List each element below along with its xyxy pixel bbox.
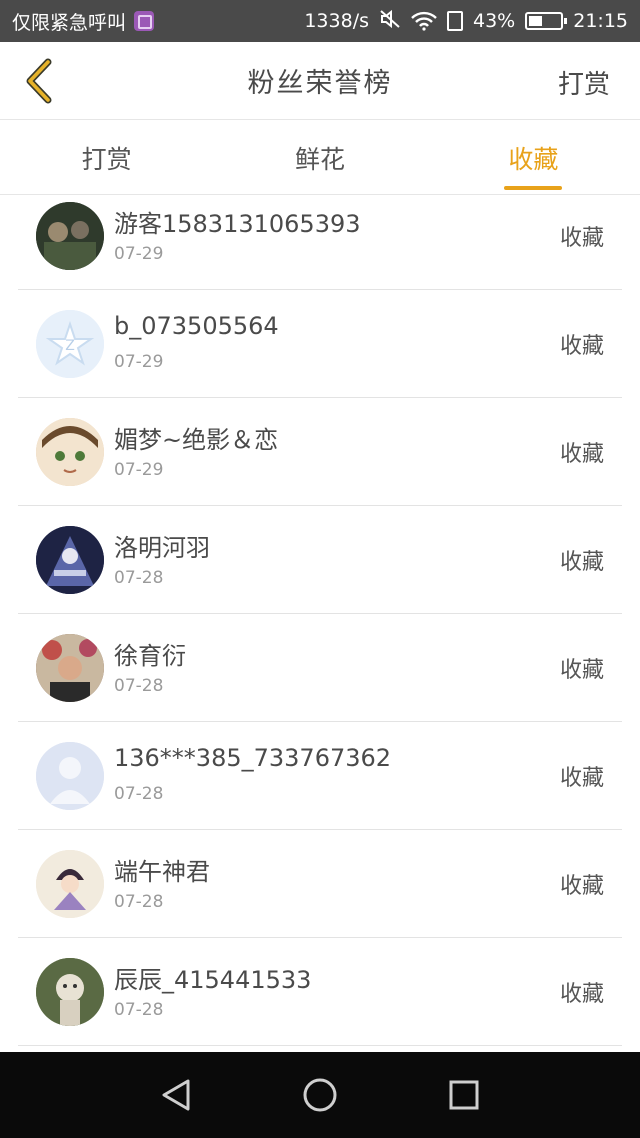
user-name: 洛明河羽 — [114, 534, 210, 562]
list-item[interactable]: 游客1583131065393 07-29 收藏 — [18, 196, 622, 290]
row-action-label: 收藏 — [559, 442, 604, 467]
user-date: 07-29 — [114, 244, 164, 264]
chevron-left-icon — [26, 58, 52, 104]
row-action-label: 收藏 — [559, 658, 604, 683]
user-name: b_073505564 — [114, 312, 279, 340]
battery-percent: 43% — [473, 10, 516, 32]
tab-bar: 打赏 鲜花 收藏 — [0, 121, 640, 195]
row-action-label: 收藏 — [559, 550, 604, 575]
user-date: 07-28 — [114, 1000, 164, 1020]
fan-list[interactable]: 游客1583131065393 07-29 收藏 Z b_073505564 0… — [0, 196, 640, 1052]
list-item[interactable]: Z b_073505564 07-29 收藏 — [18, 290, 622, 398]
user-date: 07-28 — [114, 892, 164, 912]
system-back-button[interactable] — [156, 1075, 196, 1115]
reward-button[interactable]: 打赏 — [558, 64, 610, 101]
user-date: 07-28 — [114, 784, 164, 804]
circle-home-icon — [303, 1078, 337, 1112]
user-date: 07-29 — [114, 352, 164, 372]
avatar[interactable]: Z — [36, 310, 104, 378]
user-date: 07-29 — [114, 460, 164, 480]
row-action-label: 收藏 — [559, 982, 604, 1007]
list-item[interactable]: 洛明河羽 07-28 收藏 — [18, 506, 622, 614]
list-item[interactable]: 136***385_733767362 07-28 收藏 — [18, 722, 622, 830]
user-date: 07-28 — [114, 676, 164, 696]
user-name: 端午神君 — [114, 858, 210, 886]
tab-favorites[interactable]: 收藏 — [427, 121, 640, 194]
avatar[interactable] — [36, 634, 104, 702]
svg-text:Z: Z — [65, 338, 75, 354]
avatar[interactable] — [36, 850, 104, 918]
status-bar: 仅限紧急呼叫 1338/s 43% 21:15 — [0, 0, 640, 42]
row-action-label: 收藏 — [559, 226, 604, 251]
status-carrier-text: 仅限紧急呼叫 — [12, 11, 127, 34]
mute-icon — [379, 9, 401, 34]
triangle-back-icon — [162, 1079, 190, 1111]
user-date: 07-28 — [114, 568, 164, 588]
user-name: 媚梦~绝影＆恋 — [114, 426, 279, 454]
system-home-button[interactable] — [300, 1075, 340, 1115]
back-button[interactable] — [14, 56, 64, 106]
nav-bar: 粉丝荣誉榜 打赏 — [0, 42, 640, 120]
avatar[interactable] — [36, 958, 104, 1026]
page-title: 粉丝荣誉榜 — [247, 68, 393, 99]
status-time: 21:15 — [573, 10, 628, 32]
user-name: 辰辰_415441533 — [114, 966, 312, 994]
square-recents-icon — [449, 1080, 479, 1110]
tab-reward[interactable]: 打赏 — [0, 121, 213, 194]
user-name: 游客1583131065393 — [114, 210, 361, 238]
wifi-icon — [411, 11, 437, 31]
avatar[interactable] — [36, 202, 104, 270]
system-recents-button[interactable] — [444, 1075, 484, 1115]
row-action-label: 收藏 — [559, 874, 604, 899]
list-item[interactable]: 徐育衍 07-28 收藏 — [18, 614, 622, 722]
avatar[interactable] — [36, 526, 104, 594]
user-name: 徐育衍 — [114, 642, 186, 670]
battery-icon — [525, 12, 568, 30]
network-speed: 1338/s — [304, 10, 369, 32]
avatar[interactable] — [36, 418, 104, 486]
row-action-label: 收藏 — [559, 334, 604, 359]
tab-flowers[interactable]: 鲜花 — [213, 121, 426, 194]
sim-icon — [447, 11, 463, 31]
user-name: 136***385_733767362 — [114, 744, 392, 772]
system-nav-bar — [0, 1052, 640, 1138]
list-item[interactable]: 媚梦~绝影＆恋 07-29 收藏 — [18, 398, 622, 506]
list-item[interactable]: 辰辰_415441533 07-28 收藏 — [18, 938, 622, 1046]
gallery-icon — [134, 11, 155, 31]
row-action-label: 收藏 — [559, 766, 604, 791]
avatar[interactable] — [36, 742, 104, 810]
list-item[interactable]: 端午神君 07-28 收藏 — [18, 830, 622, 938]
